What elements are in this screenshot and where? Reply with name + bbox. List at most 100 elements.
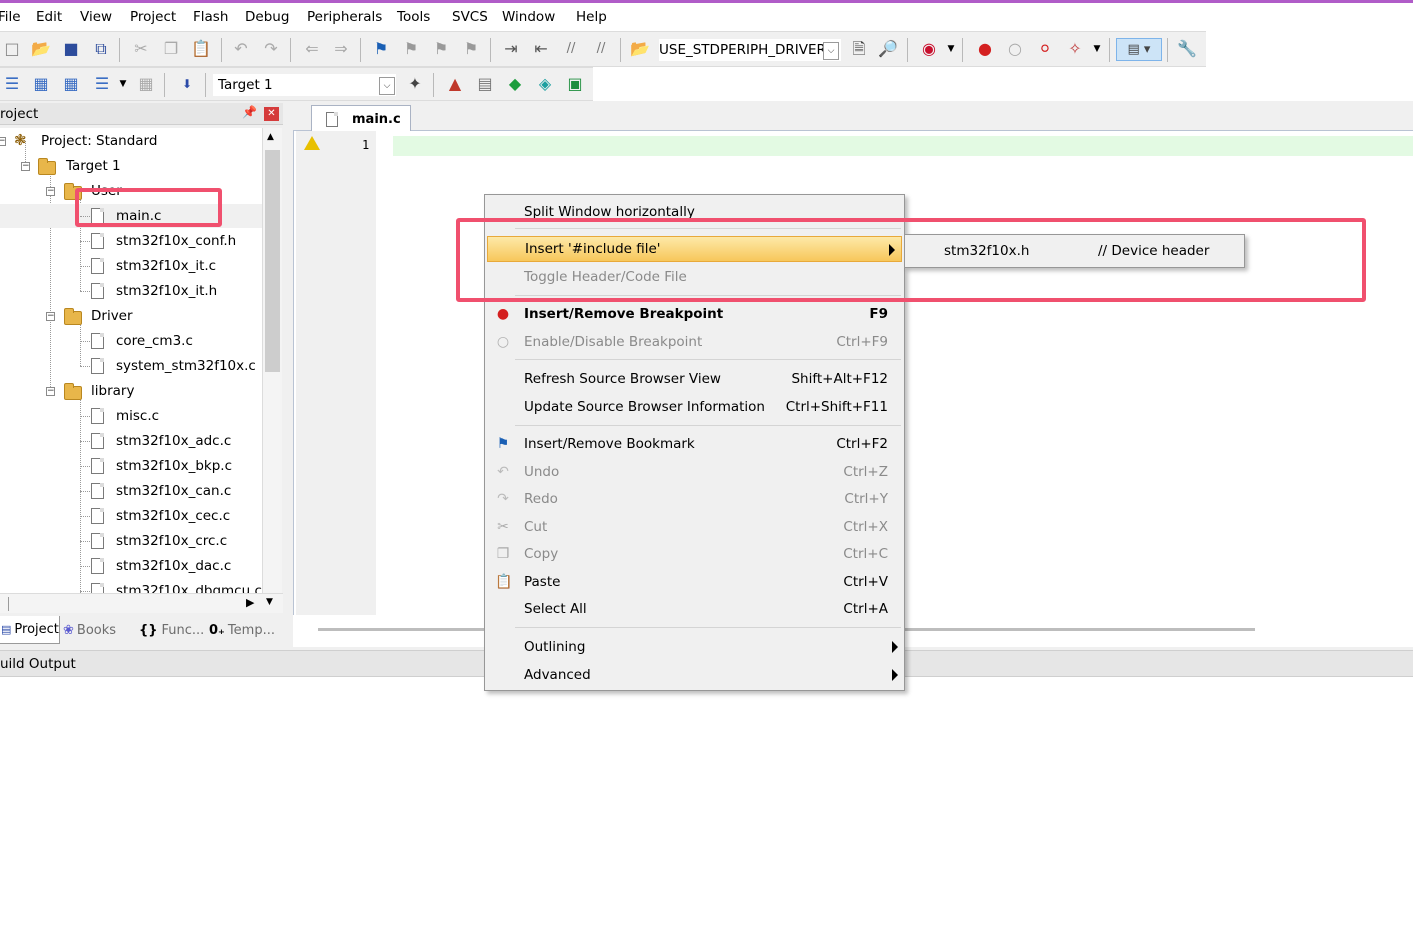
- pack-installer-icon[interactable]: ◈: [535, 74, 555, 94]
- tab-templates[interactable]: 0₊ Temp...: [209, 616, 283, 644]
- indent-icon[interactable]: ⇥: [501, 39, 521, 59]
- menu-debug[interactable]: Debug: [245, 9, 289, 25]
- menu-svcs[interactable]: SVCS: [452, 9, 488, 25]
- menu-item-redo[interactable]: ↷ Redo Ctrl+Y: [485, 486, 904, 512]
- new-file-icon[interactable]: □: [2, 39, 22, 59]
- tree-group-driver[interactable]: − Driver: [0, 304, 200, 328]
- menu-item-bookmark[interactable]: ⚑ Insert/Remove Bookmark Ctrl+F2: [485, 431, 904, 457]
- run-time-env-icon[interactable]: ◆: [505, 74, 525, 94]
- save-all-icon[interactable]: ⧉: [91, 39, 111, 59]
- menu-item-copy[interactable]: ❐ Copy Ctrl+C: [485, 541, 904, 567]
- uncomment-icon[interactable]: //: [591, 39, 611, 59]
- redo-icon[interactable]: ↷: [261, 39, 281, 59]
- prev-bookmark-icon[interactable]: ⚑: [401, 39, 421, 59]
- open-icon[interactable]: 📂: [31, 39, 51, 59]
- menu-window[interactable]: Window: [502, 9, 555, 25]
- file-extensions-icon[interactable]: ▤: [475, 74, 495, 94]
- scroll-down-icon[interactable]: ▼: [266, 597, 273, 607]
- tab-functions[interactable]: {} Func...: [139, 616, 205, 644]
- scroll-up-icon[interactable]: ▲: [267, 132, 274, 142]
- select-software-packs-icon[interactable]: ▣: [565, 74, 585, 94]
- menu-item-paste[interactable]: 📋 Paste Ctrl+V: [485, 569, 904, 595]
- target-combo-dropdown-icon[interactable]: ⌵: [379, 77, 395, 95]
- menu-item-update-source-browser[interactable]: Update Source Browser Information Ctrl+S…: [485, 394, 904, 420]
- menu-item-cut[interactable]: ✂ Cut Ctrl+X: [485, 514, 904, 540]
- breakpoint-options-icon[interactable]: ✧: [1065, 39, 1085, 59]
- kill-breakpoints-icon[interactable]: ⚪: [1035, 39, 1055, 59]
- debug-icon[interactable]: ◉: [919, 39, 939, 59]
- define-combo[interactable]: USE_STDPERIPH_DRIVER: [659, 39, 841, 61]
- tree-file[interactable]: stm32f10x_crc.c: [0, 529, 262, 553]
- target-combo[interactable]: Target 1: [213, 74, 396, 96]
- stop-build-icon[interactable]: ▦: [136, 74, 156, 94]
- tree-vertical-scrollbar[interactable]: ▲: [262, 128, 282, 593]
- forward-icon[interactable]: ⇒: [331, 39, 351, 59]
- define-combo-dropdown-icon[interactable]: ⌵: [823, 42, 839, 60]
- collapse-icon[interactable]: −: [46, 387, 55, 396]
- tab-main-c[interactable]: main.c: [311, 105, 411, 132]
- tree-file[interactable]: core_cm3.c: [0, 329, 262, 353]
- comment-icon[interactable]: //: [561, 39, 581, 59]
- close-icon[interactable]: ✕: [264, 107, 279, 121]
- menu-item-advanced[interactable]: Advanced: [485, 662, 904, 688]
- menu-item-undo[interactable]: ↶ Undo Ctrl+Z: [485, 459, 904, 485]
- menu-item-refresh-source-browser[interactable]: Refresh Source Browser View Shift+Alt+F1…: [485, 366, 904, 392]
- back-icon[interactable]: ⇐: [302, 39, 322, 59]
- chevron-down-icon[interactable]: ▼: [941, 39, 961, 59]
- menu-help[interactable]: Help: [576, 9, 607, 25]
- load-icon[interactable]: ⬇: [177, 74, 197, 94]
- chevron-down-icon[interactable]: ▼: [1087, 39, 1107, 59]
- rebuild-icon[interactable]: ▦: [61, 74, 81, 94]
- scroll-right-icon[interactable]: ▶: [246, 596, 254, 609]
- tree-file[interactable]: stm32f10x_cec.c: [0, 504, 262, 528]
- tree-target[interactable]: − Target 1: [0, 154, 200, 178]
- collapse-icon[interactable]: −: [0, 137, 6, 146]
- menu-flash[interactable]: Flash: [193, 9, 228, 25]
- menu-file[interactable]: File: [0, 9, 21, 25]
- next-bookmark-icon[interactable]: ⚑: [431, 39, 451, 59]
- menu-peripherals[interactable]: Peripherals: [307, 9, 382, 25]
- tree-file[interactable]: stm32f10x_dac.c: [0, 554, 262, 578]
- save-icon[interactable]: ■: [61, 39, 81, 59]
- clear-bookmarks-icon[interactable]: ⚑: [461, 39, 481, 59]
- tab-project[interactable]: ▤ Project: [0, 616, 60, 644]
- collapse-icon[interactable]: −: [21, 162, 30, 171]
- copy-icon[interactable]: ❐: [161, 39, 181, 59]
- bookmark-icon[interactable]: ⚑: [371, 39, 391, 59]
- find-icon[interactable]: 🗎: [849, 39, 869, 59]
- find-in-files-icon[interactable]: 📂: [630, 39, 650, 59]
- scroll-thumb[interactable]: [265, 150, 280, 372]
- menu-item-select-all[interactable]: Select All Ctrl+A: [485, 596, 904, 622]
- window-icon[interactable]: ▤ ▾: [1116, 38, 1162, 61]
- tree-horizontal-scrollbar[interactable]: ▶ ▼: [0, 593, 283, 613]
- menu-item-outlining[interactable]: Outlining: [485, 634, 904, 660]
- paste-icon[interactable]: 📋: [191, 39, 211, 59]
- collapse-icon[interactable]: −: [46, 312, 55, 321]
- translate-icon[interactable]: ☰: [2, 74, 22, 94]
- menu-view[interactable]: View: [80, 9, 112, 25]
- batch-build-icon[interactable]: ☰: [92, 74, 112, 94]
- build-icon[interactable]: ▦: [31, 74, 51, 94]
- tree-file[interactable]: stm32f10x_it.h: [0, 279, 262, 303]
- tree-file[interactable]: stm32f10x_dbgmcu.c: [0, 579, 262, 593]
- incremental-find-icon[interactable]: 🔎: [878, 39, 898, 59]
- tree-file[interactable]: stm32f10x_conf.h: [0, 229, 262, 253]
- chevron-down-icon[interactable]: ▼: [113, 74, 133, 94]
- breakpoint-icon[interactable]: ●: [975, 39, 995, 59]
- pin-icon[interactable]: 📌: [242, 105, 257, 119]
- menu-project[interactable]: Project: [130, 9, 176, 25]
- menu-tools[interactable]: Tools: [397, 9, 430, 25]
- cut-icon[interactable]: ✂: [131, 39, 151, 59]
- undo-icon[interactable]: ↶: [231, 39, 251, 59]
- target-options-icon[interactable]: ✦: [405, 74, 425, 94]
- tab-books[interactable]: ❀ Books: [63, 616, 133, 644]
- collapse-icon[interactable]: −: [46, 187, 55, 196]
- disable-breakpoint-icon[interactable]: ○: [1005, 39, 1025, 59]
- menu-item-enable-breakpoint[interactable]: ○ Enable/Disable Breakpoint Ctrl+F9: [485, 329, 904, 355]
- tree-file[interactable]: stm32f10x_adc.c: [0, 429, 262, 453]
- tree-file[interactable]: stm32f10x_it.c: [0, 254, 262, 278]
- settings-icon[interactable]: 🔧: [1177, 39, 1197, 59]
- manage-components-icon[interactable]: ▲: [445, 74, 465, 94]
- tree-group-library[interactable]: − library: [0, 379, 200, 403]
- tree-file[interactable]: misc.c: [0, 404, 262, 428]
